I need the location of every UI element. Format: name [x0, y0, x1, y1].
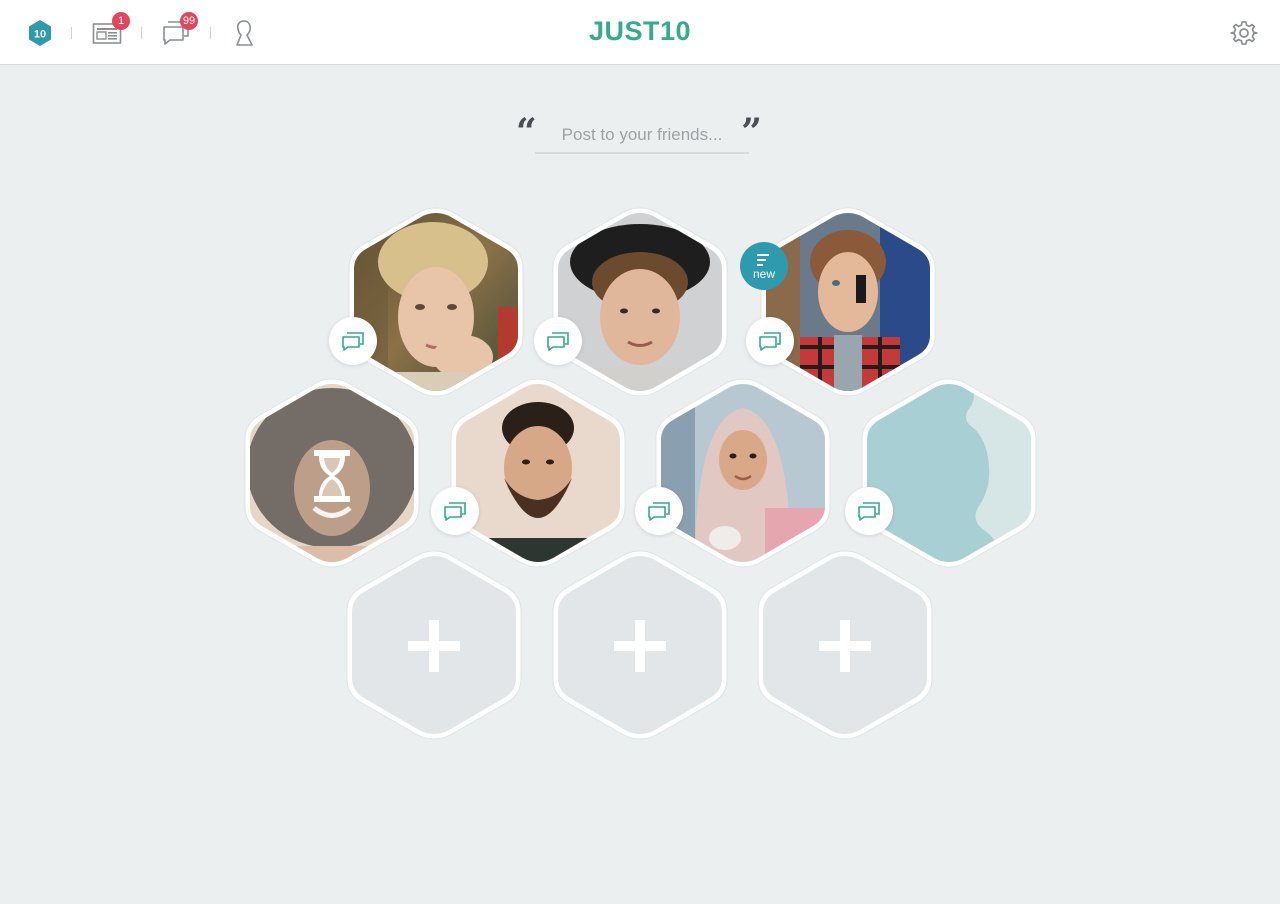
friend-tile-5[interactable] [450, 378, 626, 568]
chat-icon [342, 332, 364, 351]
chat-button-friend-2[interactable] [534, 317, 582, 365]
chat-icon [648, 502, 670, 521]
chat-icon [444, 502, 466, 521]
settings-button[interactable] [1230, 18, 1258, 48]
chat-icon [547, 332, 569, 351]
post-input[interactable] [535, 118, 749, 154]
default-avatar-icon [861, 378, 1037, 568]
friend-photo-5 [450, 378, 626, 568]
add-friend-slot-3[interactable] [757, 550, 933, 740]
chat-button-friend-6[interactable] [635, 487, 683, 535]
gear-icon [1230, 21, 1258, 45]
chat-button-friend-1[interactable] [329, 317, 377, 365]
friend-tile-2[interactable] [552, 207, 728, 397]
chat-icon [759, 332, 781, 351]
chat-button-friend-3[interactable] [746, 317, 794, 365]
add-friend-slot-1[interactable] [346, 550, 522, 740]
friend-photo-6 [655, 378, 831, 568]
chat-icon [858, 502, 880, 521]
friend-tile-6[interactable] [655, 378, 831, 568]
post-box: “ ” [516, 112, 766, 158]
chat-button-friend-7[interactable] [845, 487, 893, 535]
friend-tile-1[interactable] [348, 207, 524, 397]
top-bar: 10 1 99 JUST10 [0, 0, 1280, 65]
friend-tile-4[interactable] [244, 378, 420, 568]
close-quote-icon: ” [741, 111, 762, 153]
open-quote-icon: “ [516, 111, 537, 153]
friend-photo-2 [552, 207, 728, 397]
add-friend-slot-2[interactable] [552, 550, 728, 740]
friend-photo-4 [244, 378, 420, 568]
new-post-badge[interactable]: new [740, 242, 788, 290]
add-slot-hexagon [757, 550, 933, 740]
friend-tile-7[interactable] [861, 378, 1037, 568]
new-badge-label: new [752, 267, 775, 281]
friend-photo-1 [348, 207, 524, 397]
brand-title: JUST10 [588, 16, 692, 46]
friend-photo-3 [760, 207, 936, 397]
chat-button-friend-5[interactable] [431, 487, 479, 535]
add-slot-hexagon [346, 550, 522, 740]
friend-tile-3[interactable] [760, 207, 936, 397]
add-slot-hexagon [552, 550, 728, 740]
